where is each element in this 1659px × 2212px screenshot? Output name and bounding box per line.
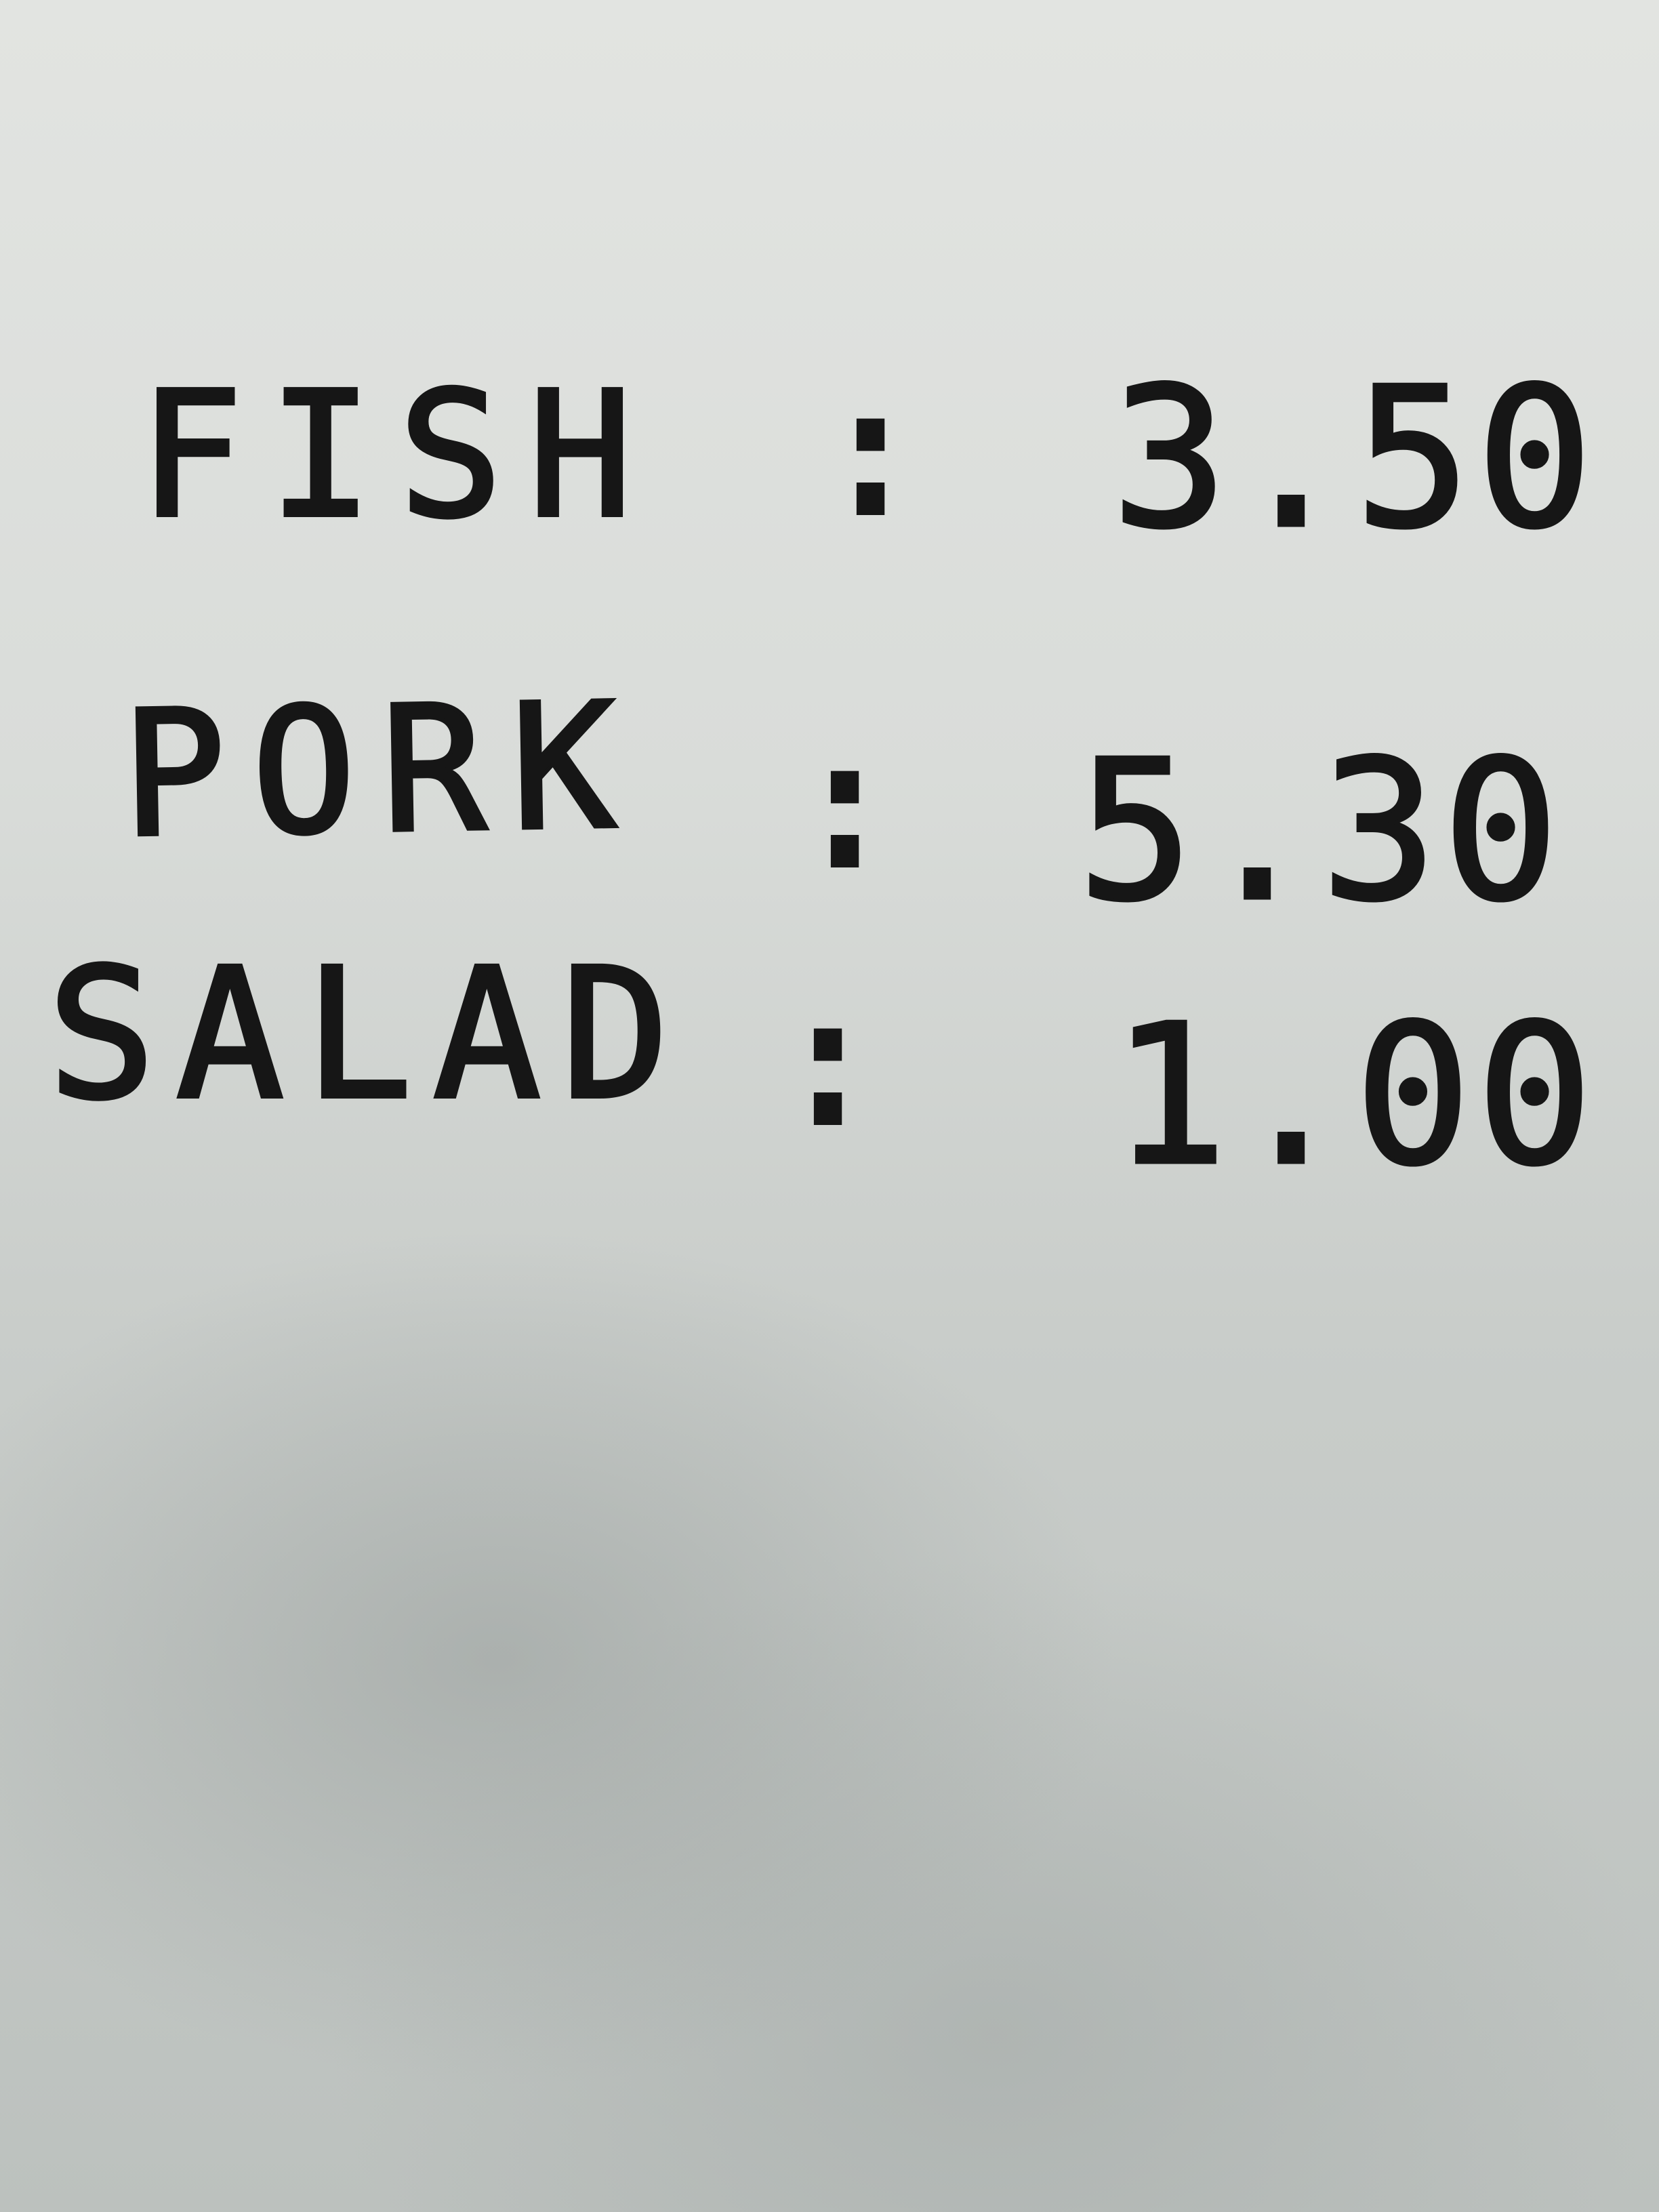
menu-item-name: SALAD <box>45 930 690 1139</box>
menu-item-price: 5.30 <box>1076 719 1565 944</box>
menu-item-separator: : <box>773 962 884 1163</box>
menu-item-separator: : <box>790 704 901 905</box>
menu-item-price: 3.50 <box>1109 346 1599 571</box>
menu-item-name: PORK <box>118 663 644 878</box>
paper-sheet: FISH : 3.50 PORK : 5.30 SALAD : 1.00 <box>0 0 1659 2212</box>
menu-item-separator: : <box>815 352 926 553</box>
menu-item-price: 1.00 <box>1109 983 1599 1208</box>
menu-item-name: FISH <box>137 355 659 556</box>
